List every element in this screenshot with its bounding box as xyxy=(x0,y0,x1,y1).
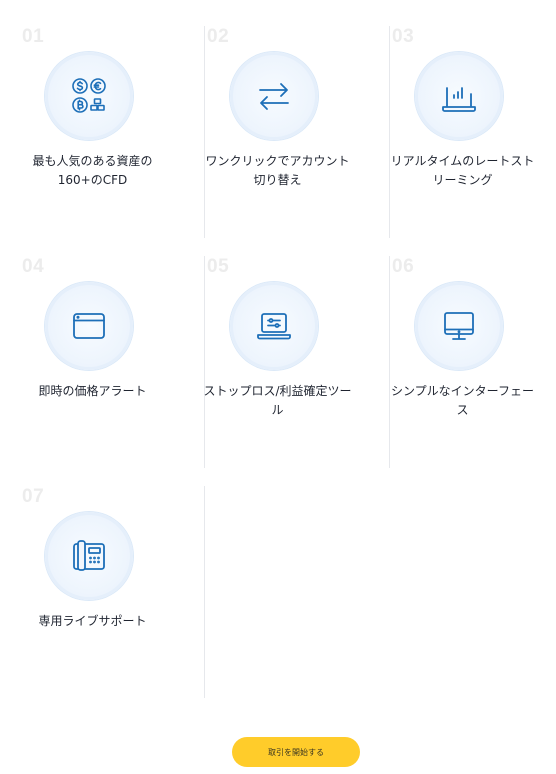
feature-label: 即時の価格アラート xyxy=(38,384,147,398)
feature-card: 01 最も人気のある資産の160+のCFD xyxy=(0,26,185,256)
feature-card: 06 シンプルなインターフェース xyxy=(370,256,555,486)
feature-icon-circle xyxy=(415,52,503,140)
feature-icon-circle xyxy=(45,52,133,140)
feature-card: 03 リアルタイムのレートストリーミング xyxy=(370,26,555,256)
feature-number: 06 xyxy=(392,256,415,277)
feature-label: シンプルなインターフェース xyxy=(391,384,534,417)
laptop-sliders-icon xyxy=(257,313,291,340)
start-trading-button[interactable]: 取引を開始する xyxy=(232,737,360,767)
feature-number: 04 xyxy=(22,256,45,277)
feature-card: 02 ワンクリックでアカウント切り替え xyxy=(185,26,370,256)
feature-number: 07 xyxy=(22,486,45,507)
desk-phone-icon xyxy=(73,540,105,571)
feature-label: 最も人気のある資産の160+のCFD xyxy=(32,154,153,187)
assets-currency-icon xyxy=(72,78,106,113)
feature-label: ストップロス/利益確定ツール xyxy=(203,384,352,417)
feature-card: 05 ストップロス/利益確定ツール xyxy=(185,256,370,486)
browser-window-icon xyxy=(73,313,105,339)
feature-icon-circle xyxy=(415,282,503,370)
feature-number: 02 xyxy=(207,26,230,47)
feature-label: リアルタイムのレートストリーミング xyxy=(390,154,535,187)
feature-number: 03 xyxy=(392,26,415,47)
swap-arrows-icon xyxy=(259,83,289,110)
feature-icon-circle xyxy=(230,52,318,140)
feature-icon-circle xyxy=(230,282,318,370)
laptop-chart-icon xyxy=(442,87,476,112)
feature-icon-circle xyxy=(45,512,133,600)
feature-icon-circle xyxy=(45,282,133,370)
divider xyxy=(204,486,205,698)
feature-number: 01 xyxy=(22,26,45,47)
feature-label: 専用ライブサポート xyxy=(38,614,147,628)
feature-card: 04 即時の価格アラート xyxy=(0,256,185,486)
feature-card: 07 専用ライブサポート xyxy=(0,486,185,716)
features-page: 01 最も人気のある資産の160+のCFD 02 ワンクリックでアカウント切り替… xyxy=(0,0,556,774)
feature-number: 05 xyxy=(207,256,230,277)
feature-label: ワンクリックでアカウント切り替え xyxy=(205,154,350,187)
desktop-monitor-icon xyxy=(444,312,474,340)
